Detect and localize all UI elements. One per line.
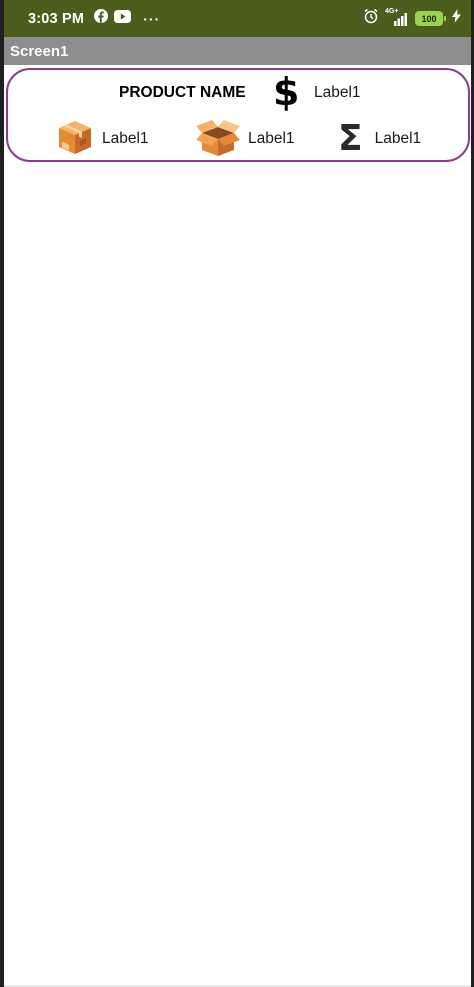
- stock-label: Label1: [102, 130, 149, 147]
- signal-icon: 4G+: [385, 8, 409, 26]
- screen-title: Screen1: [10, 42, 69, 60]
- closed-box-icon: [56, 118, 94, 161]
- total-item: Σ Label1: [338, 116, 421, 162]
- open-box-icon: [196, 117, 240, 162]
- battery-icon: 100: [415, 11, 446, 26]
- youtube-icon: [114, 9, 132, 28]
- dollar-icon: $: [273, 70, 300, 114]
- facebook-icon: [94, 9, 109, 28]
- total-label: Label1: [374, 130, 422, 147]
- sigma-icon: Σ: [338, 118, 363, 159]
- quantity-label: Label1: [248, 130, 295, 147]
- price-label: Label1: [314, 84, 361, 101]
- status-right-icons: 4G+ 100: [363, 8, 461, 29]
- stock-item: Label1: [56, 116, 149, 162]
- status-app-icons: ···: [94, 9, 160, 28]
- charging-bolt-icon: [452, 9, 461, 28]
- network-type-label: 4G+: [385, 7, 399, 15]
- title-bar: Screen1: [4, 37, 471, 65]
- product-row: PRODUCT NAME $ Label1: [8, 70, 468, 116]
- alarm-clock-icon: [363, 8, 379, 29]
- more-notifications-icon: ···: [143, 10, 161, 27]
- device-frame-left: [0, 0, 4, 987]
- status-bar: 3:03 PM ··· 4G+ 100: [4, 0, 471, 37]
- product-card: PRODUCT NAME $ Label1 Label1 Label1 Σ La…: [6, 68, 470, 162]
- product-name-label: PRODUCT NAME: [119, 84, 246, 101]
- quantity-item: Label1: [196, 116, 295, 162]
- status-time: 3:03 PM: [28, 10, 85, 27]
- battery-level: 100: [415, 11, 443, 26]
- stats-row: Label1 Label1 Σ Label1: [8, 116, 468, 162]
